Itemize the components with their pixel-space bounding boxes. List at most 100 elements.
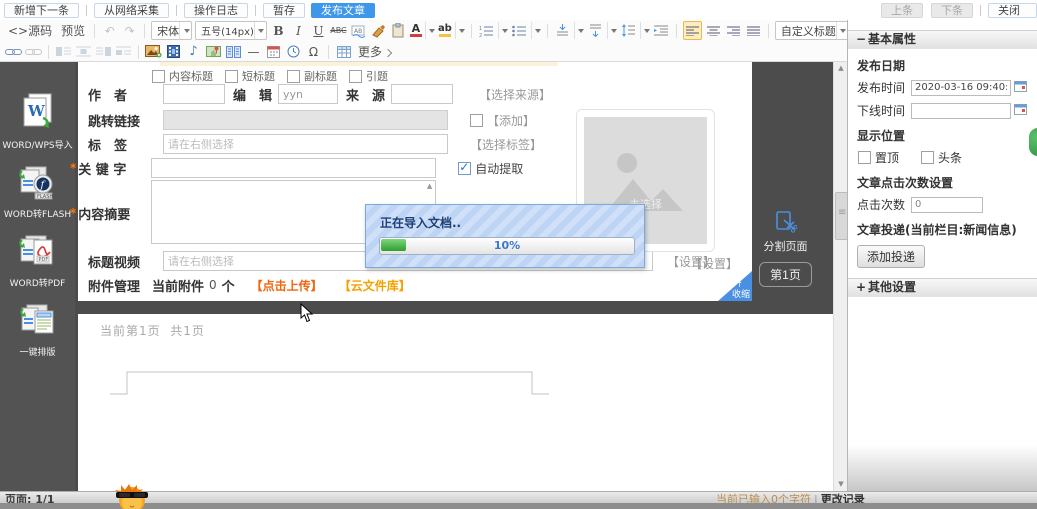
chevron-down-icon[interactable] (574, 22, 584, 39)
insert-audio-icon[interactable]: ♪ (185, 43, 202, 60)
redirect-enable[interactable]: 【添加】 (470, 112, 535, 129)
attachment-cloud-link[interactable]: 【云文件库】 (339, 277, 411, 294)
insert-image-icon[interactable] (145, 43, 162, 60)
split-page-icon[interactable] (775, 211, 797, 236)
bold-button[interactable]: B (270, 22, 287, 39)
chevron-down-icon[interactable] (425, 22, 435, 39)
undo-icon[interactable]: ↶ (101, 22, 118, 39)
line-height-icon[interactable] (620, 22, 637, 39)
checkbox-unchecked[interactable] (470, 114, 483, 127)
highlight-color-button[interactable]: ab (438, 22, 452, 39)
align-left-button[interactable] (683, 21, 702, 40)
origin-input[interactable] (391, 84, 453, 104)
align-center-button[interactable] (705, 22, 722, 39)
web-collect-button[interactable]: 从网络采集 (94, 3, 169, 18)
bullet-list-button[interactable] (511, 22, 528, 39)
paste-icon[interactable] (390, 22, 407, 39)
chevron-down-icon[interactable] (531, 22, 541, 39)
indent-icon[interactable] (653, 22, 670, 39)
italic-button[interactable]: I (290, 22, 307, 39)
checkbox-checked[interactable] (458, 162, 471, 175)
side-helper-button[interactable] (1029, 128, 1037, 156)
chevron-down-icon[interactable] (254, 22, 264, 39)
checkbox-unchecked[interactable] (225, 70, 238, 83)
align-justify-button[interactable] (745, 22, 762, 39)
calendar-icon[interactable] (1014, 103, 1027, 118)
checkbox-unchecked[interactable] (152, 70, 165, 83)
editor-scrollbar[interactable]: ▲ ▼ (833, 62, 847, 491)
chevron-down-icon[interactable] (836, 22, 846, 39)
offline-time-input[interactable] (911, 103, 1011, 119)
author-input[interactable] (163, 84, 225, 104)
font-color-button[interactable]: A (410, 22, 422, 39)
format-painter-icon[interactable] (370, 22, 387, 39)
insert-table-icon[interactable] (335, 43, 352, 60)
sidebar-item-word-import[interactable]: W WORD/WPS导入 (2, 92, 72, 151)
attachment-upload-link[interactable]: 【点击上传】 (251, 277, 323, 294)
editor-input[interactable] (278, 84, 338, 104)
tags-input[interactable] (163, 134, 448, 154)
calendar-icon[interactable] (1014, 80, 1027, 95)
chevron-down-icon[interactable] (607, 22, 617, 39)
scroll-up-icon[interactable]: ▲ (427, 182, 432, 190)
next-item-button[interactable]: 下条 (931, 3, 973, 18)
insert-video-icon[interactable] (165, 43, 182, 60)
operation-log-button[interactable]: 操作日志 (184, 3, 248, 18)
chevron-down-icon[interactable] (640, 22, 650, 39)
chevron-down-icon[interactable] (455, 22, 465, 39)
sidebar-item-word-to-flash[interactable]: fFLASH WORD转FLASH (4, 165, 71, 220)
insert-columns-icon[interactable] (225, 43, 242, 60)
basic-properties-header[interactable]: −基本属性 (848, 30, 1037, 49)
checkbox-unchecked[interactable] (349, 70, 362, 83)
click-count-input[interactable] (911, 197, 983, 213)
numbered-list-button[interactable]: 12 (478, 22, 495, 39)
pick-tags-link[interactable]: 【选择标签】 (470, 136, 542, 153)
special-character-icon[interactable]: Ω (305, 43, 322, 60)
scroll-up-arrow[interactable]: ▲ (834, 64, 848, 72)
font-size-select[interactable]: 五号(14px) (195, 21, 267, 40)
image-settings-link[interactable]: 【设置】 (690, 255, 738, 272)
checkbox-unchecked[interactable] (287, 70, 300, 83)
underline-button[interactable]: U (310, 22, 327, 39)
align-right-button[interactable] (725, 22, 742, 39)
keywords-input[interactable] (151, 158, 436, 178)
auto-extract-option[interactable]: 自动提取 (458, 160, 523, 177)
more-tools-button[interactable]: 更多 (355, 43, 394, 60)
insert-date-icon[interactable] (265, 43, 282, 60)
heading-style-select[interactable]: 自定义标题 (775, 21, 849, 40)
article-body-panel[interactable]: 当前第1页 共1页 (78, 314, 833, 491)
sidebar-item-word-to-pdf[interactable]: PDF WORD转PDF (10, 234, 66, 289)
image-align-left-icon[interactable] (55, 43, 72, 60)
scroll-down-arrow[interactable]: ▼ (834, 480, 848, 488)
font-family-select[interactable]: 宋体 (151, 21, 192, 40)
checkbox-unchecked[interactable] (921, 151, 934, 164)
close-button[interactable]: 关闭 (988, 3, 1037, 18)
page-1-button[interactable]: 第1页 (759, 262, 812, 287)
insert-time-icon[interactable] (285, 43, 302, 60)
draft-save-button[interactable]: 暂存 (263, 3, 305, 18)
add-next-button[interactable]: 新增下一条 (4, 3, 79, 18)
checkbox-unchecked[interactable] (858, 151, 871, 164)
insert-link-icon[interactable] (5, 43, 22, 60)
paragraph-spacing-bottom-icon[interactable] (587, 22, 604, 39)
pin-top-option[interactable]: 置顶 (858, 149, 899, 166)
horizontal-rule-icon[interactable]: — (245, 43, 262, 60)
redirect-input[interactable] (163, 110, 448, 130)
strikethrough-button[interactable]: ABC (330, 22, 347, 39)
source-code-button[interactable]: <>源码 (5, 22, 55, 39)
publish-time-input[interactable] (911, 80, 1011, 96)
spellcheck-icon[interactable]: AB (350, 22, 367, 39)
preview-button[interactable]: 预览 (58, 22, 88, 39)
prev-item-button[interactable]: 上条 (881, 3, 923, 18)
publish-article-button[interactable]: 发布文章 (311, 3, 375, 18)
image-align-right-icon[interactable] (95, 43, 112, 60)
chevron-down-icon[interactable] (498, 22, 508, 39)
insert-map-icon[interactable] (205, 43, 222, 60)
redo-icon[interactable]: ↷ (121, 22, 138, 39)
other-settings-header[interactable]: +其他设置 (848, 278, 1037, 297)
image-inline-icon[interactable] (115, 43, 132, 60)
pick-source-link[interactable]: 【选择来源】 (479, 86, 551, 103)
image-align-center-icon[interactable] (75, 43, 92, 60)
headline-option[interactable]: 头条 (921, 149, 962, 166)
add-delivery-button[interactable]: 添加投递 (857, 245, 925, 268)
